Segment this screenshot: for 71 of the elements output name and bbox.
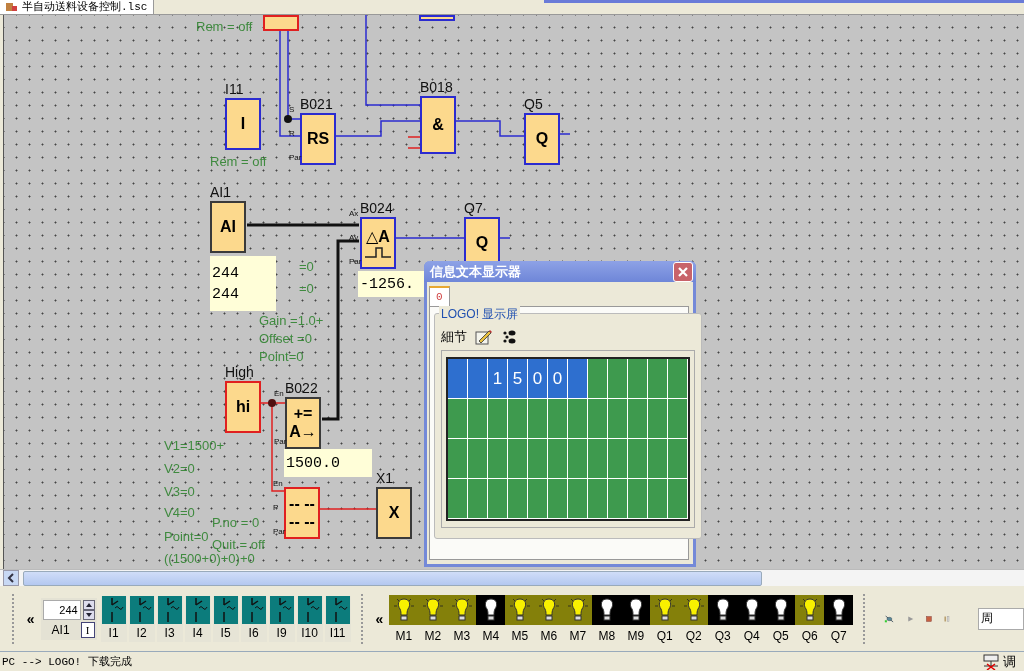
output-label: Q4: [743, 628, 760, 643]
pin-label: S: [289, 105, 295, 114]
block-symbol: X: [388, 504, 400, 522]
parameter-text: Rem = off: [196, 19, 253, 34]
pin-label: P: [273, 503, 279, 512]
status-message: PC --> LOGO! 下载完成: [2, 655, 132, 669]
parameter-text: Point=0: [164, 529, 209, 544]
parameter-text: V2=0: [164, 461, 195, 476]
output-label: Q1: [656, 628, 673, 643]
pin-label: Ax: [349, 209, 359, 218]
block-label: AI1: [210, 184, 231, 200]
block-label: B021: [300, 96, 333, 112]
parameter-text: V4=0: [164, 505, 195, 520]
value-text: 244: [212, 263, 240, 284]
pin-label: R: [289, 129, 295, 138]
block-symbol: -- --: [289, 495, 315, 513]
output-label: M2: [424, 628, 442, 643]
output-label: M9: [627, 628, 645, 643]
block-label: X1: [376, 470, 394, 486]
parameter-text: Point=0: [259, 349, 304, 364]
output-label: M8: [598, 628, 616, 643]
block-label: Q7: [464, 200, 483, 216]
block-symbol: A→: [289, 423, 317, 441]
group-label: LOGO! 显示屏: [439, 306, 521, 323]
block-label: High: [225, 364, 254, 380]
block-label: I11: [225, 81, 244, 97]
parameter-text: Quit = off: [212, 537, 265, 552]
analog-input-label: AI1: [50, 622, 71, 637]
output-label: Q2: [685, 628, 702, 643]
block-symbol: hi: [235, 398, 251, 416]
parameter-text: =0: [299, 281, 314, 296]
output-label: M6: [540, 628, 558, 643]
pin-label: Av: [349, 233, 359, 242]
value-text: 1500.0: [286, 453, 341, 474]
parameter-text: Offset =0: [259, 331, 312, 346]
value-text: 244: [212, 284, 240, 305]
block-label: B022: [285, 380, 318, 396]
block-symbol: △A: [366, 228, 390, 246]
output-label: Q7: [830, 628, 847, 643]
file-tab-title: 半自动送料设备控制.lsc: [22, 0, 148, 14]
block-label: Q5: [524, 96, 543, 112]
parameter-text: V1=1500+: [164, 438, 224, 453]
block-symbol: I: [240, 115, 246, 133]
value-text: -1256.: [360, 274, 415, 295]
parameter-text: P.no = 0: [212, 515, 260, 530]
output-label: Q6: [801, 628, 818, 643]
block-symbol: AI: [220, 218, 236, 236]
parameter-text: V3=0: [164, 484, 195, 499]
output-label: M1: [395, 628, 413, 643]
block-symbol: Q: [535, 130, 549, 148]
output-label: Q3: [714, 628, 731, 643]
parameter-text: Gain =1.0+: [259, 313, 324, 328]
output-label: M3: [453, 628, 471, 643]
pin-label: En: [273, 479, 283, 488]
block-label: B018: [420, 79, 453, 95]
output-label: Q5: [772, 628, 789, 643]
block-symbol: RS: [306, 130, 330, 148]
parameter-text: ((1500+0)+0)+0: [164, 551, 255, 566]
block-symbol: Q: [475, 234, 489, 252]
parameter-text: Rem = off: [210, 154, 267, 169]
details-label: 細节: [441, 328, 467, 346]
output-label: M7: [569, 628, 587, 643]
output-label: M4: [482, 628, 500, 643]
pin-label: En: [274, 389, 284, 398]
block-symbol: +=: [293, 405, 313, 423]
block-symbol: -- --: [289, 513, 315, 531]
block-label: B024: [360, 200, 393, 216]
block-symbol: &: [432, 116, 444, 134]
output-label: M5: [511, 628, 529, 643]
parameter-text: =0: [299, 259, 314, 274]
status-label: 调: [1003, 652, 1016, 671]
